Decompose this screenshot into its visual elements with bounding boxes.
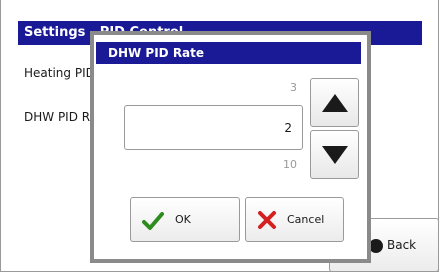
cancel-button[interactable]: Cancel [245, 197, 344, 242]
min-limit-label: 10 [283, 158, 297, 171]
ok-button[interactable]: OK [130, 197, 240, 242]
x-icon [258, 211, 276, 229]
back-arrow-icon [369, 239, 383, 253]
triangle-down-icon [322, 146, 348, 164]
cancel-button-label: Cancel [287, 213, 325, 226]
decrement-button[interactable] [310, 130, 359, 179]
triangle-up-icon [322, 94, 348, 112]
dhw-pid-rate-dialog: DHW PID Rate 3 10 OK Cancel [90, 31, 371, 263]
back-button-label: Back [387, 238, 417, 252]
max-limit-label: 3 [290, 81, 297, 94]
value-field[interactable] [124, 105, 303, 150]
ok-button-label: OK [175, 213, 191, 226]
dialog-title: DHW PID Rate [96, 42, 361, 64]
checkmark-icon [142, 212, 164, 230]
increment-button[interactable] [310, 78, 359, 127]
